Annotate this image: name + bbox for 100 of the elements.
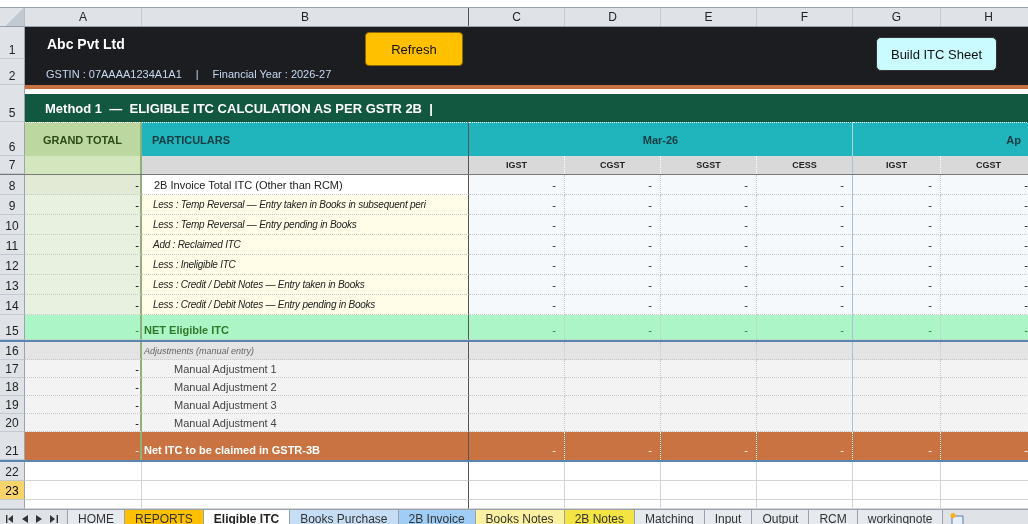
next-sheet-icon[interactable] <box>36 515 42 523</box>
value-cell: - <box>661 175 757 195</box>
column-header[interactable]: F <box>757 8 853 26</box>
sheet-tab[interactable]: Books Purchase <box>289 510 399 524</box>
row-header[interactable]: 8 <box>0 175 25 195</box>
sheet-tab[interactable]: HOME <box>67 510 125 524</box>
value-cell: - <box>853 215 941 235</box>
sheet-tab[interactable]: REPORTS <box>124 510 204 524</box>
grand-total-cell: - <box>25 255 142 275</box>
value-cell: - <box>757 315 853 340</box>
particulars-cell: Net ITC to be claimed in GSTR-3B <box>142 432 469 460</box>
particulars-cell: Manual Adjustment 3 <box>142 396 469 414</box>
grand-total-cell: - <box>25 215 142 235</box>
row-header[interactable]: 2 <box>0 59 25 85</box>
value-cell: - <box>757 295 853 315</box>
row-header[interactable]: 16 <box>0 342 25 360</box>
column-header[interactable]: C <box>469 8 565 26</box>
value-cell: - <box>757 235 853 255</box>
value-cell: - <box>853 295 941 315</box>
value-cell: - <box>661 255 757 275</box>
sheet-tab[interactable]: 2B Invoice <box>397 510 476 524</box>
value-cell: - <box>469 175 565 195</box>
row-header[interactable]: 13 <box>0 275 25 295</box>
row-header[interactable]: 1 <box>0 27 25 59</box>
last-sheet-icon[interactable] <box>50 515 58 523</box>
value-cell: - <box>469 195 565 215</box>
grand-total-cell: - <box>25 396 142 414</box>
row-header[interactable]: 11 <box>0 235 25 255</box>
value-cell: - <box>661 432 757 460</box>
row-header[interactable]: 6 <box>0 122 25 156</box>
value-cell: - <box>941 235 1028 255</box>
sheet-tab[interactable]: Books Notes <box>474 510 565 524</box>
tax-column-heading: IGST <box>469 156 565 174</box>
sheet-tab[interactable]: 2B Notes <box>563 510 635 524</box>
row-header[interactable]: 10 <box>0 215 25 235</box>
value-cell: - <box>469 215 565 235</box>
row-header[interactable]: 9 <box>0 195 25 215</box>
value-cell: - <box>661 235 757 255</box>
month-heading: Mar-26 <box>469 122 853 156</box>
tax-column-heading: CESS <box>757 156 853 174</box>
row-header[interactable]: 19 <box>0 396 25 414</box>
grand-total-cell: - <box>25 235 142 255</box>
value-cell: - <box>661 275 757 295</box>
value-cell: - <box>661 295 757 315</box>
value-cell: - <box>941 195 1028 215</box>
financial-year-text: Financial Year : 2026-27 <box>212 68 332 82</box>
particulars-cell: Less : Temp Reversal — Entry pending in Books <box>142 215 469 235</box>
value-cell: - <box>941 315 1028 340</box>
value-cell: - <box>941 295 1028 315</box>
value-cell: - <box>469 275 565 295</box>
row-header[interactable]: 20 <box>0 414 25 432</box>
month-heading: Ap <box>853 122 1028 156</box>
sheet-tab[interactable]: RCM <box>808 510 858 524</box>
value-cell: - <box>565 315 661 340</box>
row-header[interactable]: 5 <box>0 94 25 122</box>
row-header[interactable]: 17 <box>0 360 25 378</box>
particulars-heading: PARTICULARS <box>142 122 469 156</box>
value-cell: - <box>941 275 1028 295</box>
gstin-text: GSTIN : 07AAAA1234A1A1 <box>46 68 182 82</box>
value-cell: - <box>941 175 1028 195</box>
particulars-cell: Manual Adjustment 4 <box>142 414 469 432</box>
row-header[interactable]: 14 <box>0 295 25 315</box>
column-header[interactable]: G <box>853 8 941 26</box>
company-name: Abc Pvt Ltd <box>47 35 125 54</box>
row-header[interactable]: 18 <box>0 378 25 396</box>
row-header[interactable]: 15 <box>0 315 25 340</box>
particulars-cell: 2B Invoice Total ITC (Other than RCM) <box>142 175 469 195</box>
row-header[interactable]: 7 <box>0 156 25 174</box>
value-cell: - <box>565 235 661 255</box>
value-cell: - <box>757 215 853 235</box>
grand-total-cell: - <box>25 378 142 396</box>
value-cell: - <box>853 175 941 195</box>
column-header[interactable]: A <box>25 8 142 26</box>
row-header[interactable]: 22 <box>0 462 25 481</box>
value-cell: - <box>853 235 941 255</box>
first-sheet-icon[interactable] <box>6 515 14 523</box>
value-cell: - <box>661 215 757 235</box>
particulars-cell: Adjustments (manual entry) <box>142 342 469 360</box>
column-header[interactable]: E <box>661 8 757 26</box>
grand-total-cell: - <box>25 360 142 378</box>
value-cell: - <box>565 295 661 315</box>
grand-total-cell: - <box>25 414 142 432</box>
refresh-button[interactable]: Refresh <box>365 32 463 66</box>
column-header[interactable]: H <box>941 8 1028 26</box>
particulars-cell: Add : Reclaimed ITC <box>142 235 469 255</box>
build-itc-sheet-button[interactable]: Build ITC Sheet <box>876 37 997 71</box>
value-cell: - <box>469 255 565 275</box>
row-header[interactable]: 21 <box>0 432 25 460</box>
value-cell: - <box>853 195 941 215</box>
value-cell: - <box>661 315 757 340</box>
tax-column-heading: CGST <box>565 156 661 174</box>
grand-total-cell: - <box>25 275 142 295</box>
row-header[interactable]: 23 <box>0 481 25 500</box>
row-header[interactable]: 12 <box>0 255 25 275</box>
column-header[interactable]: D <box>565 8 661 26</box>
tax-column-heading: CGST <box>941 156 1028 174</box>
value-cell: - <box>565 175 661 195</box>
previous-sheet-icon[interactable] <box>22 515 28 523</box>
column-header[interactable]: B <box>142 8 469 26</box>
value-cell: - <box>853 255 941 275</box>
